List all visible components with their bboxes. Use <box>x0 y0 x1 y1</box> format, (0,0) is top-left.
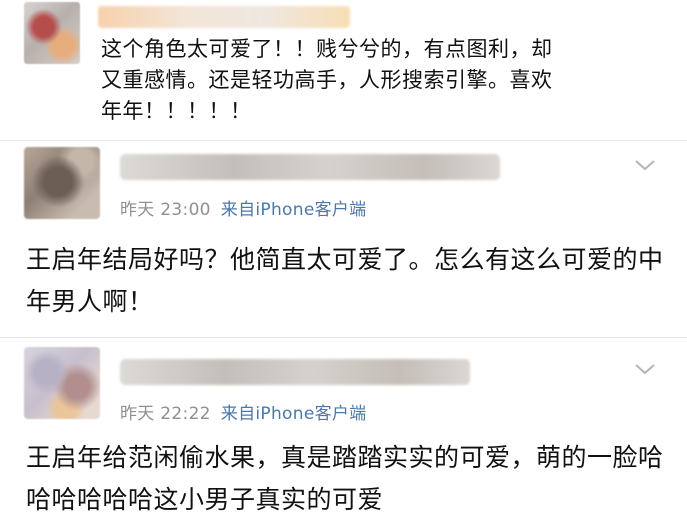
source-link[interactable]: 来自iPhone客户端 <box>221 200 367 220</box>
avatar[interactable] <box>24 347 100 419</box>
source-link[interactable]: 来自iPhone客户端 <box>221 404 367 424</box>
comment-meta: 昨天 23:00 来自iPhone客户端 <box>120 195 366 220</box>
timestamp: 昨天 23:00 <box>120 200 211 220</box>
chevron-down-icon[interactable] <box>634 158 656 172</box>
comment-text: 王启年结局好吗？他简直太可爱了。怎么有这么可爱的中年男人啊！ <box>26 245 664 316</box>
avatar[interactable] <box>24 2 80 64</box>
username-blurred[interactable] <box>120 154 500 180</box>
comment-feed: 这个角色太可爱了！！贱兮兮的，有点图利，却又重感情。还是轻功高手，人形搜索引擎。… <box>0 0 687 522</box>
avatar[interactable] <box>24 147 100 219</box>
chevron-down-icon[interactable] <box>634 362 656 376</box>
comment-text: 这个角色太可爱了！！贱兮兮的，有点图利，却又重感情。还是轻功高手，人形搜索引擎。… <box>101 37 553 123</box>
comment-text: 王启年给范闲偷水果，真是踏踏实实的可爱，萌的一脸哈哈哈哈哈哈这小男子真实的可爱 <box>26 443 664 514</box>
comment-meta: 昨天 22:22 来自iPhone客户端 <box>120 399 366 424</box>
divider <box>0 140 687 141</box>
username-blurred[interactable] <box>98 6 350 28</box>
timestamp: 昨天 22:22 <box>120 404 211 424</box>
username-blurred[interactable] <box>120 359 470 385</box>
divider <box>0 337 687 338</box>
